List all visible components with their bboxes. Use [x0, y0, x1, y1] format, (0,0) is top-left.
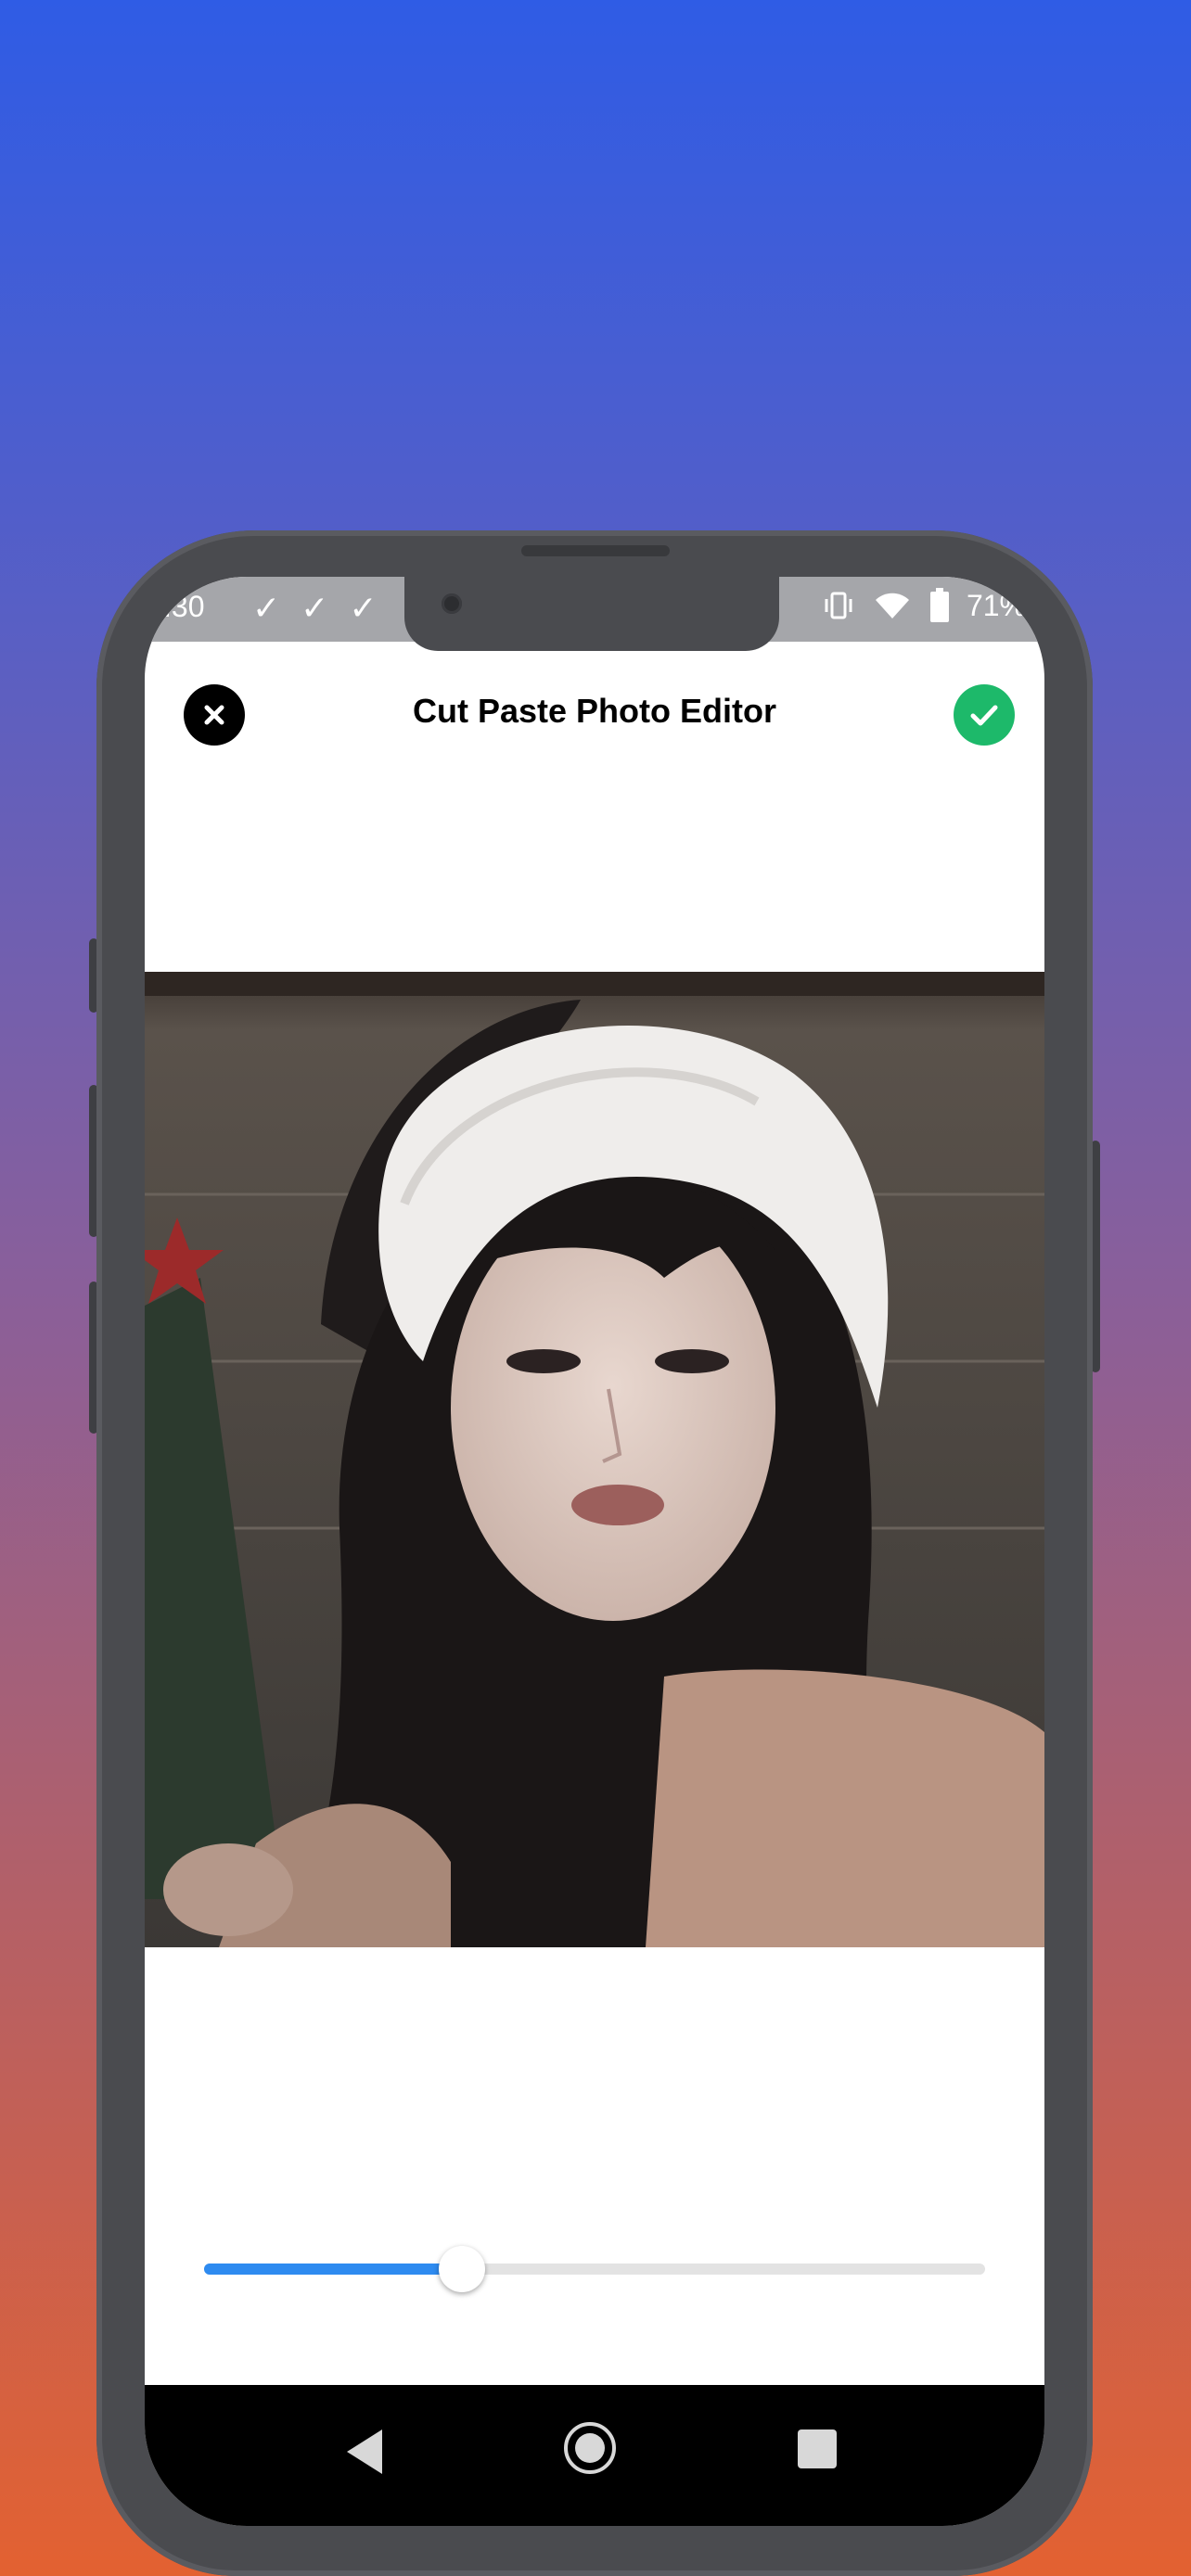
- screen: :30 ✓ ✓ ✓ 71% Cut Paste Photo Editor: [145, 577, 1044, 2526]
- status-icons: 71%: [822, 588, 1026, 623]
- photo-image: [145, 972, 1044, 1947]
- close-button[interactable]: [184, 684, 245, 746]
- check-icon: [970, 705, 998, 726]
- navigation-bar: [145, 2385, 1044, 2526]
- page-title: Cut Paste Photo Editor: [412, 692, 776, 730]
- check-icon: ✓: [252, 589, 281, 627]
- close-icon: [204, 705, 224, 725]
- recents-icon[interactable]: [798, 2429, 837, 2468]
- editor-photo[interactable]: [145, 972, 1044, 1947]
- home-icon[interactable]: [564, 2422, 616, 2474]
- vibrate-icon: [825, 592, 852, 619]
- check-icon: ✓: [301, 589, 329, 627]
- camera-icon: [442, 593, 462, 614]
- phone-frame: :30 ✓ ✓ ✓ 71% Cut Paste Photo Editor: [96, 530, 1093, 2576]
- status-time: :30: [163, 590, 205, 623]
- battery-icon: [929, 588, 949, 622]
- notification-icons: ✓ ✓ ✓: [252, 590, 378, 627]
- confirm-button[interactable]: [954, 684, 1015, 746]
- status-bar: :30 ✓ ✓ ✓ 71%: [145, 577, 1044, 651]
- wifi-icon: [875, 593, 909, 618]
- battery-percent: 71%: [966, 588, 1026, 622]
- slider-thumb[interactable]: [438, 2246, 485, 2292]
- back-icon[interactable]: [347, 2429, 382, 2474]
- brush-size-slider[interactable]: [204, 2246, 985, 2292]
- slider-fill: [204, 2264, 462, 2275]
- camera-notch: [404, 577, 779, 651]
- phone-speaker: [521, 545, 670, 556]
- check-icon: ✓: [349, 589, 378, 627]
